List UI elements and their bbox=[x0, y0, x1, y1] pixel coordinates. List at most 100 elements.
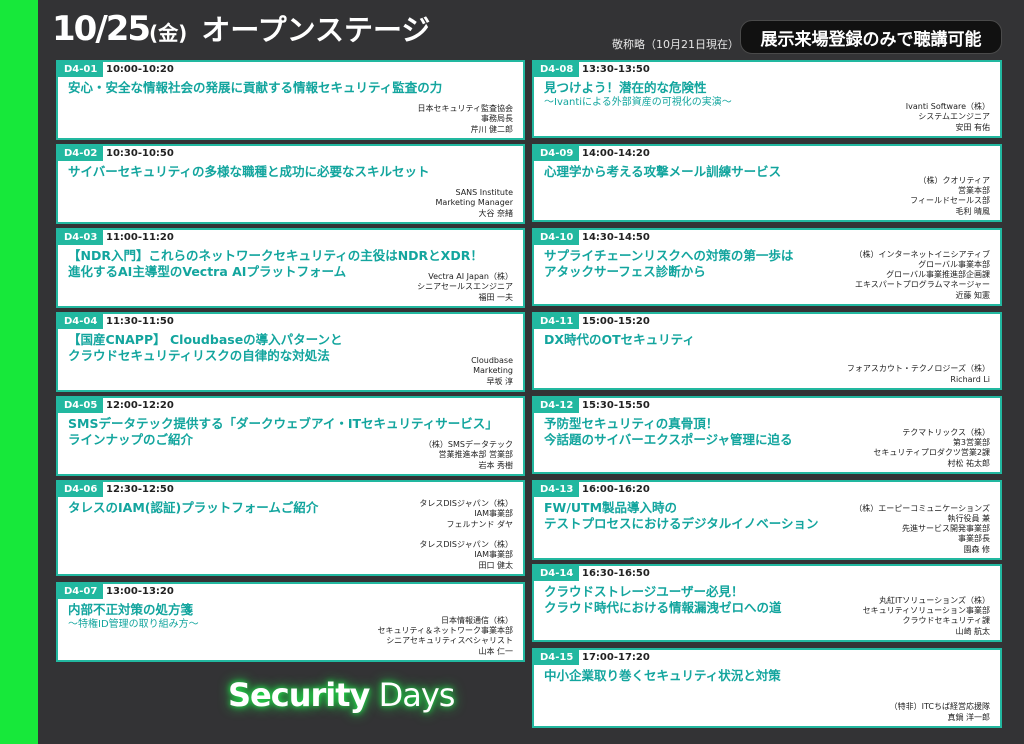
session-title-line: タレスのIAM(認証)プラットフォームご紹介 bbox=[68, 500, 319, 515]
speaker-line: タレスDISジャパン（株） bbox=[419, 540, 513, 550]
session-title: 中小企業取り巻くセキュリティ状況と対策 bbox=[544, 668, 781, 684]
speaker-info: Cloudbase Marketing 早坂 淳 bbox=[471, 356, 513, 387]
session-title-line: 今話題のサイバーエクスポージャ管理に迫る bbox=[544, 432, 793, 447]
speaker-line: 第3営業部 bbox=[952, 438, 990, 448]
session-code: D4-13 bbox=[534, 482, 580, 497]
session-time: 13:00-13:20 bbox=[106, 586, 174, 597]
speaker-line: 芹川 健二郎 bbox=[470, 124, 513, 134]
speaker-line: 早坂 淳 bbox=[486, 376, 513, 386]
session-card: D4-11 15:00-15:20 DX時代のOTセキュリティ フォアスカウト・テクノ… bbox=[532, 312, 1002, 390]
speaker-line: テクマトリックス（株） bbox=[902, 427, 990, 437]
speaker-line: （株）エーピーコミュニケーションズ bbox=[854, 503, 990, 513]
speaker-line: 営業推進本部 営業部 bbox=[438, 450, 513, 460]
session-code: D4-10 bbox=[534, 230, 580, 245]
stage-name: オープンステージ bbox=[201, 13, 431, 47]
speaker-line: エキスパートプログラムマネージャー bbox=[855, 280, 990, 290]
page-title: 10/25(金) オープンステージ bbox=[52, 12, 430, 46]
speaker-line: 近藤 知憲 bbox=[955, 290, 990, 300]
session-title: 心理学から考える攻撃メール訓練サービス bbox=[544, 164, 781, 180]
speaker-line: クラウドセキュリティ課 bbox=[902, 616, 990, 626]
event-date: 10/25 bbox=[52, 9, 151, 49]
speaker-line: 福田 一夫 bbox=[478, 292, 513, 302]
session-title-line: 【国産CNAPP】 Cloudbaseの導入パターンと bbox=[68, 332, 343, 347]
session-time: 10:00-10:20 bbox=[106, 64, 174, 75]
session-title: 安心・安全な情報社会の発展に貢献する情報セキュリティ監査の力 bbox=[68, 80, 442, 96]
speaker-line: フェルナンド ダヤ bbox=[446, 519, 513, 529]
speaker-info: Vectra AI Japan（株） シニアセールスエンジニア 福田 一夫 bbox=[417, 272, 513, 303]
speaker-line: 山崎 航太 bbox=[955, 626, 990, 636]
session-time: 14:00-14:20 bbox=[582, 148, 650, 159]
speaker-line: シニアセキュリティスペシャリスト bbox=[386, 636, 513, 646]
session-title-line: テストプロセスにおけるデジタルイノベーション bbox=[544, 516, 819, 531]
session-title: サプライチェーンリスクへの対策の第一歩は アタックサーフェス診断から bbox=[544, 248, 793, 280]
speaker-info: 日本情報通信（株） セキュリティ＆ネットワーク事業本部 シニアセキュリティスペシャリ… bbox=[377, 616, 513, 657]
session-code: D4-06 bbox=[58, 482, 104, 497]
session-card: D4-01 10:00-10:20 安心・安全な情報社会の発展に貢献する情報セキュリ… bbox=[56, 60, 525, 140]
speaker-line: IAM事業部 bbox=[474, 550, 513, 560]
session-title-line: アタックサーフェス診断から bbox=[544, 264, 706, 279]
session-time: 15:00-15:20 bbox=[582, 316, 650, 327]
session-time: 10:30-10:50 bbox=[106, 148, 174, 159]
session-title: FW/UTM製品導入時の テストプロセスにおけるデジタルイノベーション bbox=[544, 500, 819, 532]
session-title-line: クラウド時代における情報漏洩ゼロへの道 bbox=[544, 600, 782, 615]
day-of-week: (金) bbox=[149, 21, 188, 45]
session-card: D4-05 12:00-12:20 SMSデータテック提供する「ダークウェブアイ・I… bbox=[56, 396, 525, 476]
speaker-line: 山本 仁一 bbox=[478, 646, 513, 656]
session-card: D4-02 10:30-10:50 サイバーセキュリティの多様な職種と成功に必要なス… bbox=[56, 144, 525, 224]
speaker-line: 事務局長 bbox=[481, 114, 513, 124]
session-code: D4-01 bbox=[58, 62, 104, 77]
speaker-line: 岩本 秀樹 bbox=[478, 460, 513, 470]
speaker-line: タレスDISジャパン（株） bbox=[419, 498, 513, 508]
session-card: D4-14 16:30-16:50 クラウドストレージユーザー必見！ クラウド時代にお… bbox=[532, 564, 1002, 642]
session-title-line: 予防型セキュリティの真骨頂！ bbox=[544, 416, 719, 431]
speaker-line: 事業部長 bbox=[958, 534, 990, 544]
session-code: D4-04 bbox=[58, 314, 104, 329]
session-code: D4-09 bbox=[534, 146, 580, 161]
honorific-note: 敬称略（10月21日現在） bbox=[612, 38, 739, 51]
session-card: D4-08 13:30-13:50 見つけよう！潜在的な危険性 ～Ivantiによる外… bbox=[532, 60, 1002, 138]
speaker-line: Ivanti Software（株） bbox=[905, 102, 990, 112]
session-code: D4-02 bbox=[58, 146, 104, 161]
speaker-line: セキュリティプロダクツ営業2課 bbox=[873, 448, 990, 458]
session-title: タレスのIAM(認証)プラットフォームご紹介 bbox=[68, 500, 318, 516]
session-time: 14:30-14:50 bbox=[582, 232, 650, 243]
speaker-line: グローバル事業本部 bbox=[918, 259, 990, 269]
session-title-line: 見つけよう！潜在的な危険性 bbox=[544, 80, 707, 95]
session-title-line: 【NDR入門】これらのネットワークセキュリティの主役はNDRとXDR！ bbox=[68, 248, 483, 263]
session-time: 15:30-15:50 bbox=[582, 400, 650, 411]
speaker-info: （特非）ITCちば経営応援隊 真鍋 洋一郎 bbox=[890, 702, 990, 723]
session-title: サイバーセキュリティの多様な職種と成功に必要なスキルセット bbox=[68, 164, 430, 180]
session-code: D4-07 bbox=[58, 584, 104, 599]
session-title-line: 安心・安全な情報社会の発展に貢献する情報セキュリティ監査の力 bbox=[68, 80, 443, 95]
session-card: D4-03 11:00-11:20 【NDR入門】これらのネットワークセキュリティの… bbox=[56, 228, 525, 308]
speaker-info: テクマトリックス（株） 第3営業部 セキュリティプロダクツ営業2課 村松 祐太郎 bbox=[873, 428, 990, 469]
session-title: 見つけよう！潜在的な危険性 ～Ivantiによる外部資産の可視化の実演～ bbox=[544, 80, 732, 109]
speaker-line: 田口 健太 bbox=[478, 560, 513, 570]
session-card: D4-12 15:30-15:50 予防型セキュリティの真骨頂！ 今話題のサイバーエク… bbox=[532, 396, 1002, 474]
session-card: D4-07 13:00-13:20 内部不正対策の処方箋 ～特権ID管理の取り組み方～… bbox=[56, 582, 525, 662]
session-time: 16:30-16:50 bbox=[582, 568, 650, 579]
speaker-line: Richard Li bbox=[950, 374, 990, 384]
session-title-line: サプライチェーンリスクへの対策の第一歩は bbox=[544, 248, 794, 263]
session-code: D4-11 bbox=[534, 314, 580, 329]
speaker-info: （株）インターネットイニシアティブ グローバル事業本部 グローバル事業推進部企画課エ… bbox=[854, 250, 990, 301]
session-code: D4-14 bbox=[534, 566, 580, 581]
session-card: D4-09 14:00-14:20 心理学から考える攻撃メール訓練サービス （株）クオ… bbox=[532, 144, 1002, 222]
speaker-line: フォアスカウト・テクノロジーズ（株） bbox=[846, 364, 990, 374]
session-title-line: クラウドセキュリティリスクの自律的な対処法 bbox=[68, 348, 330, 363]
session-time: 11:30-11:50 bbox=[106, 316, 174, 327]
speaker-line: システムエンジニア bbox=[918, 112, 990, 122]
speaker-line: 先進サービス開発事業部 bbox=[902, 524, 990, 534]
speaker-line: 毛利 晴風 bbox=[955, 206, 990, 216]
speaker-line: 村松 祐太郎 bbox=[947, 458, 990, 468]
session-title-line: 内部不正対策の処方箋 bbox=[68, 602, 194, 617]
green-accent-bar bbox=[0, 0, 38, 744]
speaker-info: タレスDISジャパン（株） IAM事業部 フェルナンド ダヤ タレスDISジャパン（… bbox=[419, 499, 513, 571]
session-code: D4-12 bbox=[534, 398, 580, 413]
speaker-info: （株）エーピーコミュニケーションズ 執行役員 兼先進サービス開発事業部 事業部長 園森… bbox=[854, 504, 990, 555]
session-code: D4-03 bbox=[58, 230, 104, 245]
speaker-line: フィールドセールス部 bbox=[910, 196, 990, 206]
speaker-line: 日本セキュリティ監査協会 bbox=[417, 104, 513, 114]
session-time: 11:00-11:20 bbox=[106, 232, 174, 243]
speaker-line: Vectra AI Japan（株） bbox=[428, 272, 513, 282]
